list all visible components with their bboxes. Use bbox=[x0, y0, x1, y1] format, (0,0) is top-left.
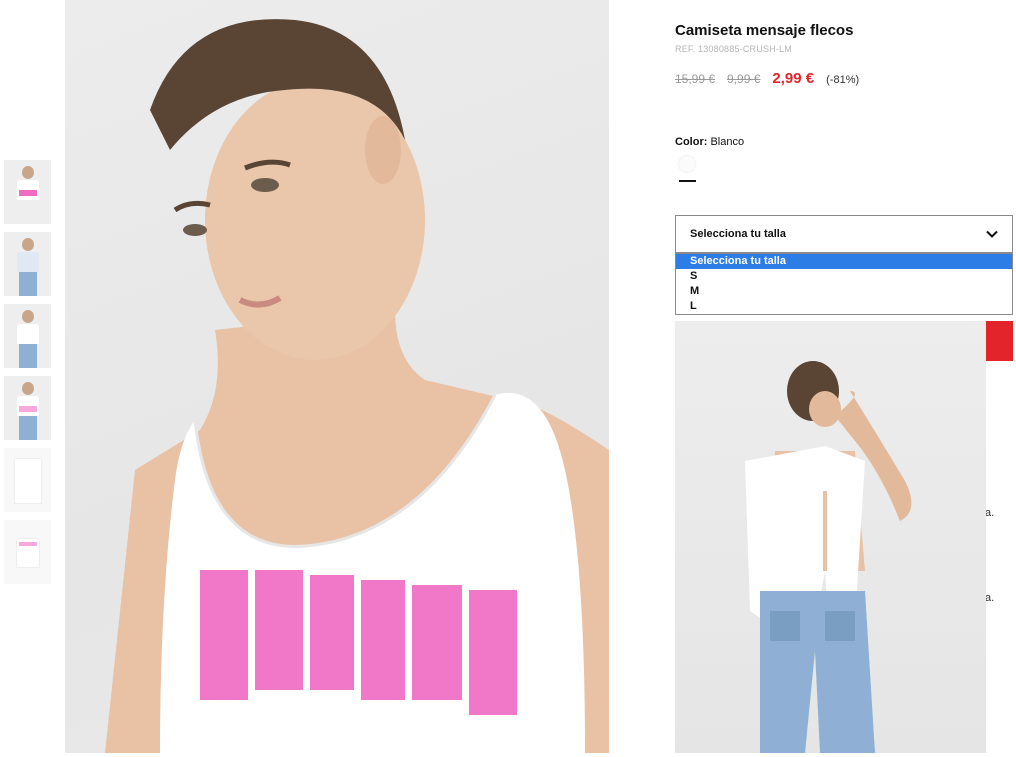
size-option-default[interactable]: Selecciona tu talla bbox=[676, 254, 1012, 269]
product-title: Camiseta mensaje flecos bbox=[675, 22, 854, 39]
thumbnail-4[interactable] bbox=[4, 376, 51, 440]
clipped-text-2: a. bbox=[985, 592, 995, 604]
thumbnail-2[interactable] bbox=[4, 232, 51, 296]
add-to-cart-button[interactable] bbox=[985, 321, 1013, 361]
color-swatch-white[interactable] bbox=[679, 156, 695, 172]
discount-badge: (-81%) bbox=[826, 74, 860, 86]
model-back-illustration bbox=[745, 361, 912, 753]
model-illustration bbox=[105, 19, 609, 753]
price-original: 15,99 € bbox=[675, 72, 716, 86]
size-select-value: Selecciona tu talla bbox=[690, 228, 786, 240]
thumbnail-5[interactable] bbox=[4, 448, 51, 512]
swatch-selected-indicator bbox=[679, 180, 696, 182]
size-dropdown: Selecciona tu talla S M L bbox=[675, 253, 1013, 315]
price-row: 15,99 € 9,99 € 2,99 € (-81%) bbox=[675, 70, 859, 87]
thumbnail-1[interactable] bbox=[4, 160, 51, 224]
color-value: Blanco bbox=[710, 136, 745, 148]
secondary-product-image[interactable] bbox=[675, 321, 986, 753]
price-current: 2,99 € bbox=[772, 70, 815, 87]
color-row: Color: Blanco bbox=[675, 136, 744, 148]
color-label: Color: bbox=[675, 136, 708, 148]
size-option-l[interactable]: L bbox=[676, 299, 1012, 314]
chevron-down-icon bbox=[986, 230, 998, 238]
main-product-image[interactable] bbox=[65, 0, 609, 753]
product-ref: REF. 13080885-CRUSH-LM bbox=[675, 44, 792, 54]
price-previous: 9,99 € bbox=[727, 72, 761, 86]
size-option-s[interactable]: S bbox=[676, 269, 1012, 284]
thumbnail-3[interactable] bbox=[4, 304, 51, 368]
size-select[interactable]: Selecciona tu talla bbox=[675, 215, 1013, 253]
size-option-m[interactable]: M bbox=[676, 284, 1012, 299]
clipped-text-1: a. bbox=[985, 507, 995, 519]
thumbnail-6[interactable] bbox=[4, 520, 51, 584]
